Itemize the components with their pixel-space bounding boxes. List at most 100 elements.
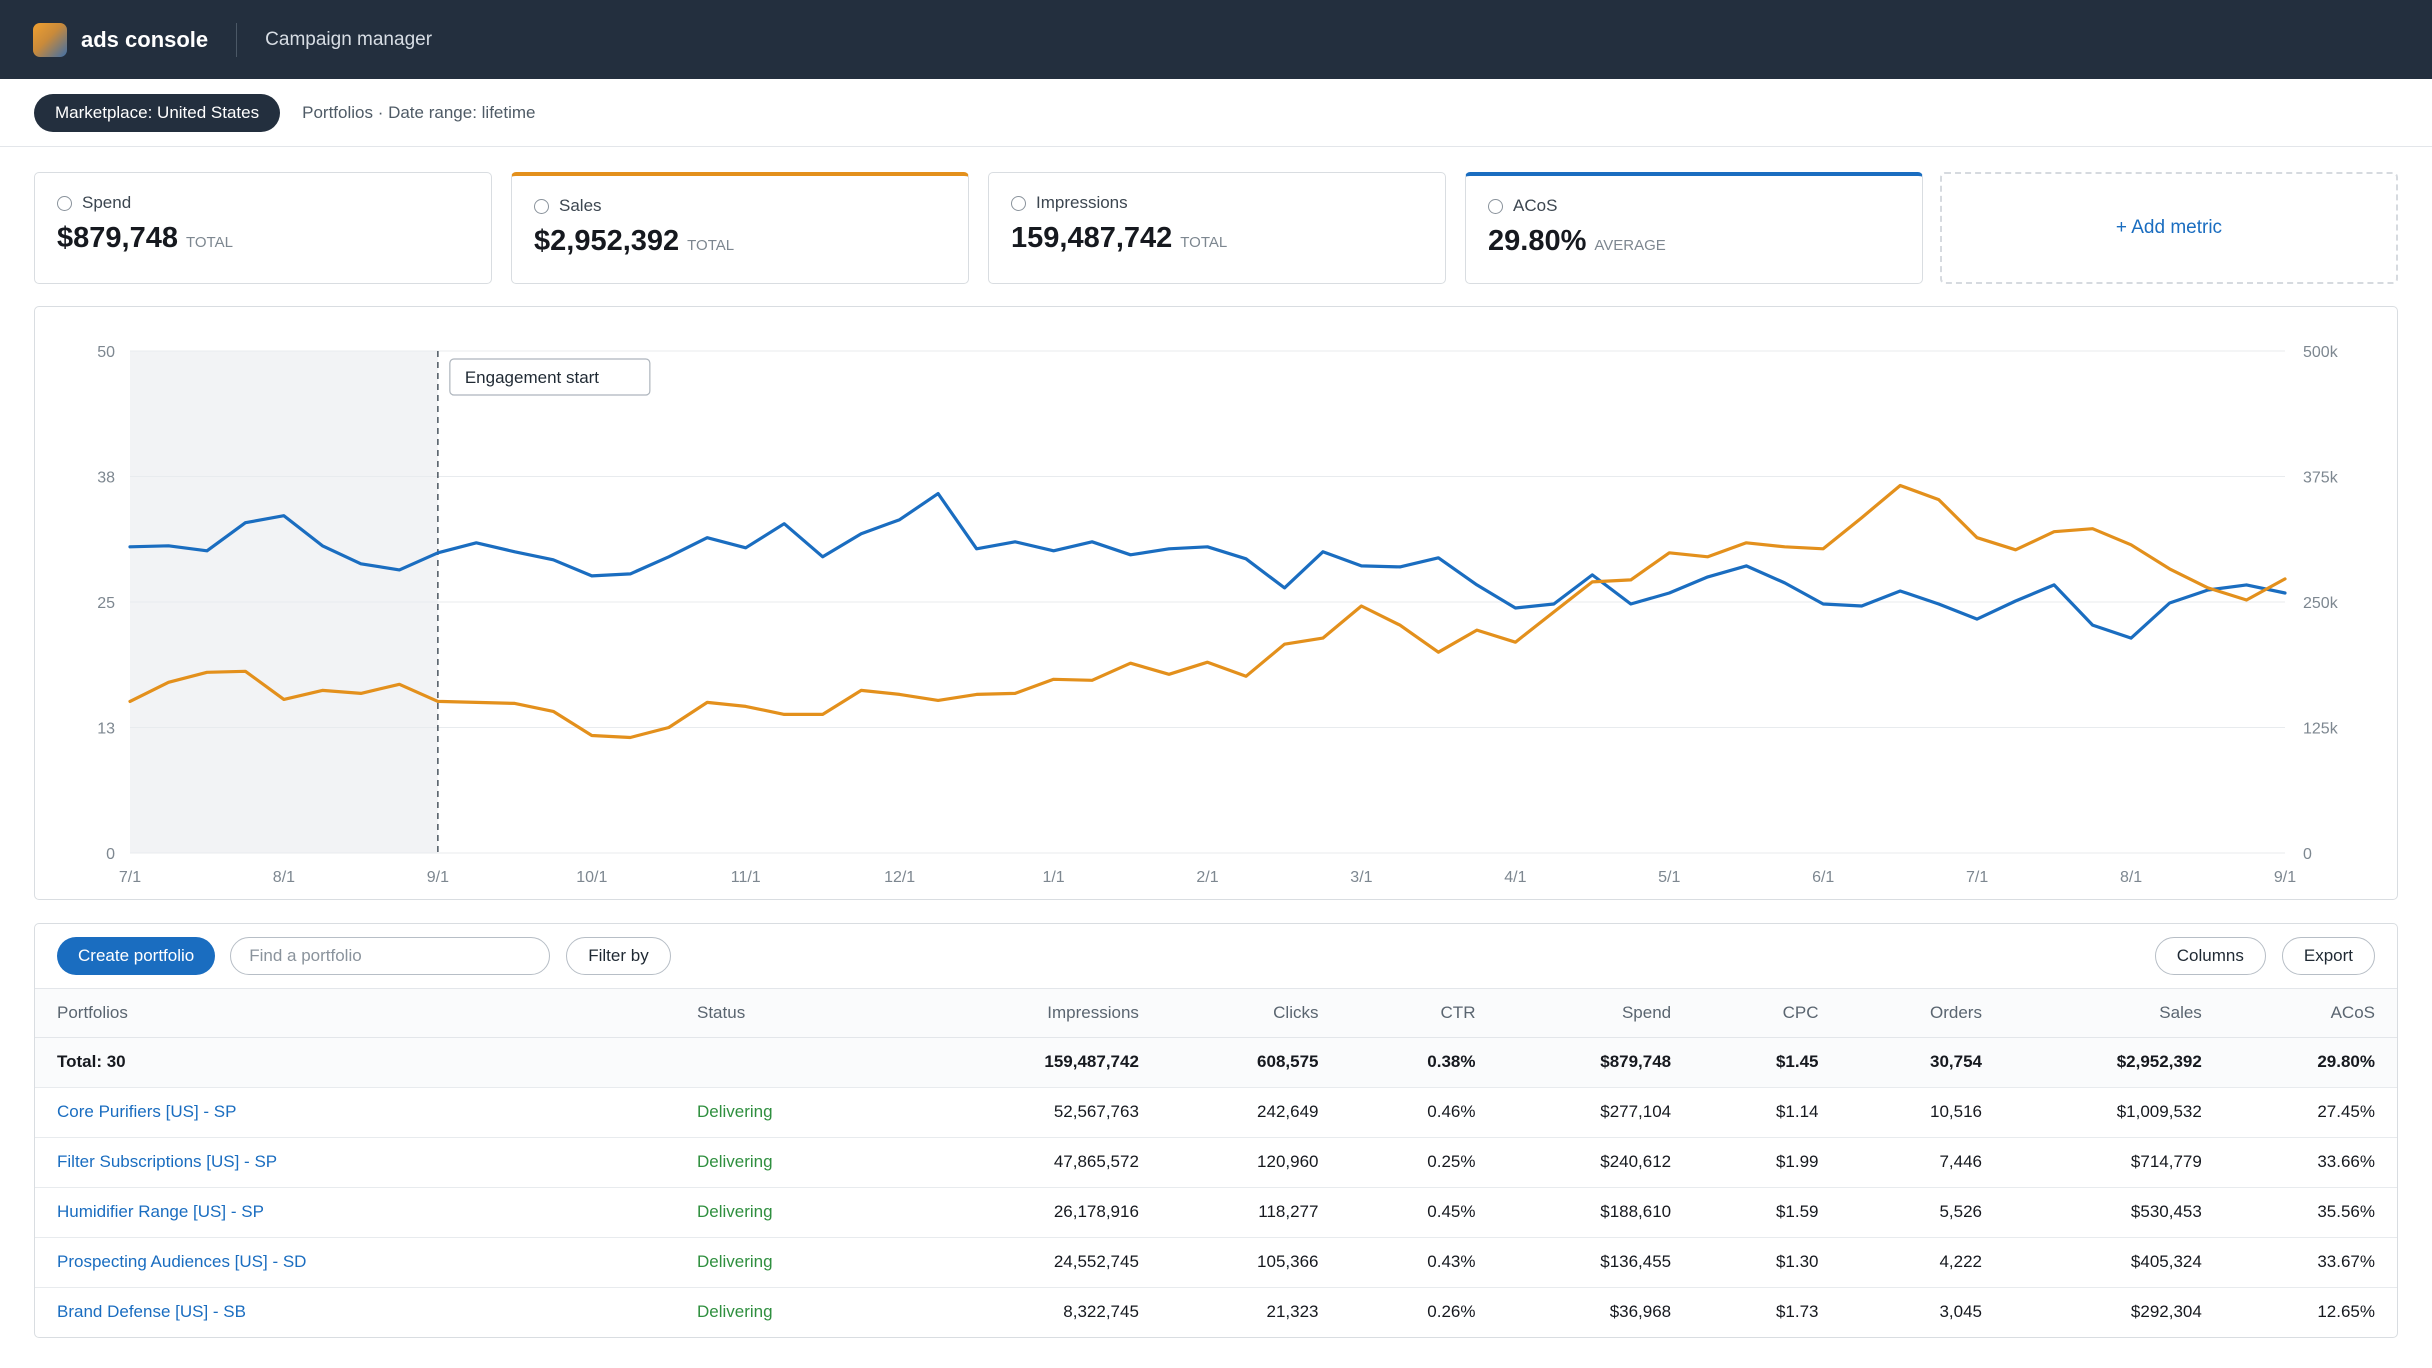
cell-cpc: $1.59 <box>1693 1187 1841 1238</box>
y-left-tick-label: 0 <box>106 846 115 863</box>
total-sales: $2,952,392 <box>2003 1037 2224 1088</box>
cell-portfolio-name[interactable]: Core Purifiers [US] - SP <box>35 1087 675 1138</box>
cell-portfolio-name[interactable]: Prospecting Audiences [US] - SD <box>35 1237 675 1288</box>
marketplace-selector[interactable]: Marketplace: United States <box>34 93 281 132</box>
cell-orders: 3,045 <box>1840 1287 2004 1337</box>
table-toolbar: Create portfolio Filter by Columns Expor… <box>35 924 2397 989</box>
portfolio-link[interactable]: Prospecting Audiences [US] - SD <box>57 1252 306 1271</box>
y-left-tick-label: 25 <box>97 595 115 612</box>
cell-portfolio-name[interactable]: Brand Defense [US] - SB <box>35 1287 675 1337</box>
app-name[interactable]: Campaign manager <box>265 29 432 51</box>
total-status <box>675 1037 925 1088</box>
y-right-tick-label: 250k <box>2303 595 2339 612</box>
cell-sales: $714,779 <box>2003 1137 2224 1188</box>
total-impressions: 159,487,742 <box>925 1037 1161 1088</box>
column-header-impressions[interactable]: Impressions <box>925 989 1161 1038</box>
breadcrumb: Portfolios · Date range: lifetime <box>302 102 536 122</box>
column-header-cpc[interactable]: CPC <box>1693 989 1841 1038</box>
cell-status: Delivering <box>675 1087 925 1138</box>
annotation-label: Engagement start <box>465 368 599 387</box>
table-row[interactable]: Filter Subscriptions [US] - SP Delivering… <box>35 1137 2397 1188</box>
radio-icon[interactable] <box>1488 198 1503 214</box>
portfolio-link[interactable]: Humidifier Range [US] - SP <box>57 1202 264 1221</box>
table-row[interactable]: Core Purifiers [US] - SP Delivering 52,567… <box>35 1087 2397 1138</box>
cell-orders: 5,526 <box>1840 1187 2004 1238</box>
metric-card-spend[interactable]: Spend $879,748 TOTAL <box>34 172 492 284</box>
y-right-tick-label: 500k <box>2303 344 2339 361</box>
y-left-tick-label: 50 <box>97 344 115 361</box>
y-left-tick-label: 13 <box>97 721 115 738</box>
top-bar: ads console Campaign manager <box>0 0 2432 79</box>
portfolio-search-input[interactable] <box>230 937 551 975</box>
cell-status: Delivering <box>675 1287 925 1337</box>
total-spend: $879,748 <box>1497 1037 1694 1088</box>
cell-orders: 7,446 <box>1840 1137 2004 1188</box>
cell-impressions: 8,322,745 <box>925 1287 1161 1337</box>
x-tick-label: 3/1 <box>1350 869 1372 886</box>
table-row[interactable]: Prospecting Audiences [US] - SD Deliverin… <box>35 1237 2397 1288</box>
header-divider <box>236 22 238 57</box>
x-tick-label: 11/1 <box>731 869 761 886</box>
table-row[interactable]: Brand Defense [US] - SB Delivering 8,322,7… <box>35 1287 2397 1337</box>
table-row[interactable]: Humidifier Range [US] - SP Delivering 26,1… <box>35 1187 2397 1238</box>
metric-value: $879,748 <box>57 222 178 254</box>
cell-acos: 12.65% <box>2223 1287 2397 1337</box>
cell-impressions: 26,178,916 <box>925 1187 1161 1238</box>
column-header-clicks[interactable]: Clicks <box>1160 989 1341 1038</box>
metric-card-acos[interactable]: ACoS 29.80% AVERAGE <box>1465 172 1923 284</box>
portfolio-link[interactable]: Core Purifiers [US] - SP <box>57 1102 237 1121</box>
create-portfolio-button[interactable]: Create portfolio <box>57 937 216 975</box>
radio-icon[interactable] <box>534 198 549 214</box>
column-header-spend[interactable]: Spend <box>1497 989 1694 1038</box>
x-tick-label: 9/1 <box>2274 869 2296 886</box>
metric-card-sales[interactable]: Sales $2,952,392 TOTAL <box>511 172 969 284</box>
cell-acos: 27.45% <box>2223 1087 2397 1138</box>
column-header-sales[interactable]: Sales <box>2003 989 2224 1038</box>
cell-portfolio-name[interactable]: Humidifier Range [US] - SP <box>35 1187 675 1238</box>
total-acos: 29.80% <box>2223 1037 2397 1088</box>
cell-spend: $36,968 <box>1497 1287 1694 1337</box>
total-label: Total: 30 <box>35 1037 675 1088</box>
cell-ctr: 0.26% <box>1340 1287 1498 1337</box>
app-logo[interactable] <box>33 22 67 57</box>
cell-portfolio-name[interactable]: Filter Subscriptions [US] - SP <box>35 1137 675 1188</box>
cell-spend: $240,612 <box>1497 1137 1694 1188</box>
y-right-tick-label: 375k <box>2303 470 2339 487</box>
table-total-row: Total: 30 159,487,742 608,575 0.38% $879… <box>35 1037 2397 1088</box>
performance-chart: 50 500k 38 375k 25 250k 13 125k 0 0 7/1 8/1 9/1 10/1 1… <box>34 306 2398 900</box>
cell-status: Delivering <box>675 1187 925 1238</box>
table-body: Total: 30 159,487,742 608,575 0.38% $879… <box>35 1037 2397 1337</box>
portfolio-link[interactable]: Brand Defense [US] - SB <box>57 1302 246 1321</box>
column-header-acos[interactable]: ACoS <box>2223 989 2397 1038</box>
context-bar: Marketplace: United States Portfolios · … <box>0 79 2432 147</box>
x-tick-label: 7/1 <box>119 869 141 886</box>
portfolio-link[interactable]: Filter Subscriptions [US] - SP <box>57 1152 277 1171</box>
cell-spend: $136,455 <box>1497 1237 1694 1288</box>
column-header-portfolios[interactable]: Portfolios <box>35 989 675 1038</box>
cell-impressions: 47,865,572 <box>925 1137 1161 1188</box>
metric-card-impressions[interactable]: Impressions 159,487,742 TOTAL <box>988 172 1446 284</box>
total-clicks: 608,575 <box>1160 1037 1341 1088</box>
y-right-tick-label: 125k <box>2303 721 2339 738</box>
column-header-orders[interactable]: Orders <box>1840 989 2004 1038</box>
column-header-ctr[interactable]: CTR <box>1340 989 1498 1038</box>
filter-button[interactable]: Filter by <box>566 937 671 975</box>
add-metric-button[interactable]: + Add metric <box>2116 217 2222 239</box>
x-tick-label: 2/1 <box>1196 869 1218 886</box>
radio-icon[interactable] <box>1011 195 1026 211</box>
metric-label: Sales <box>559 196 602 215</box>
add-metric-card[interactable]: + Add metric <box>1940 172 2398 284</box>
cell-ctr: 0.43% <box>1340 1237 1498 1288</box>
export-button[interactable]: Export <box>2281 937 2375 975</box>
columns-button[interactable]: Columns <box>2154 937 2266 975</box>
cell-status: Delivering <box>675 1237 925 1288</box>
cell-clicks: 242,649 <box>1160 1087 1341 1138</box>
x-tick-label: 8/1 <box>2120 869 2142 886</box>
column-header-status[interactable]: Status <box>675 989 925 1038</box>
radio-icon[interactable] <box>57 195 72 211</box>
cell-sales: $292,304 <box>2003 1287 2224 1337</box>
cell-cpc: $1.73 <box>1693 1287 1841 1337</box>
cell-acos: 33.67% <box>2223 1237 2397 1288</box>
cell-ctr: 0.25% <box>1340 1137 1498 1188</box>
x-tick-label: 4/1 <box>1504 869 1526 886</box>
